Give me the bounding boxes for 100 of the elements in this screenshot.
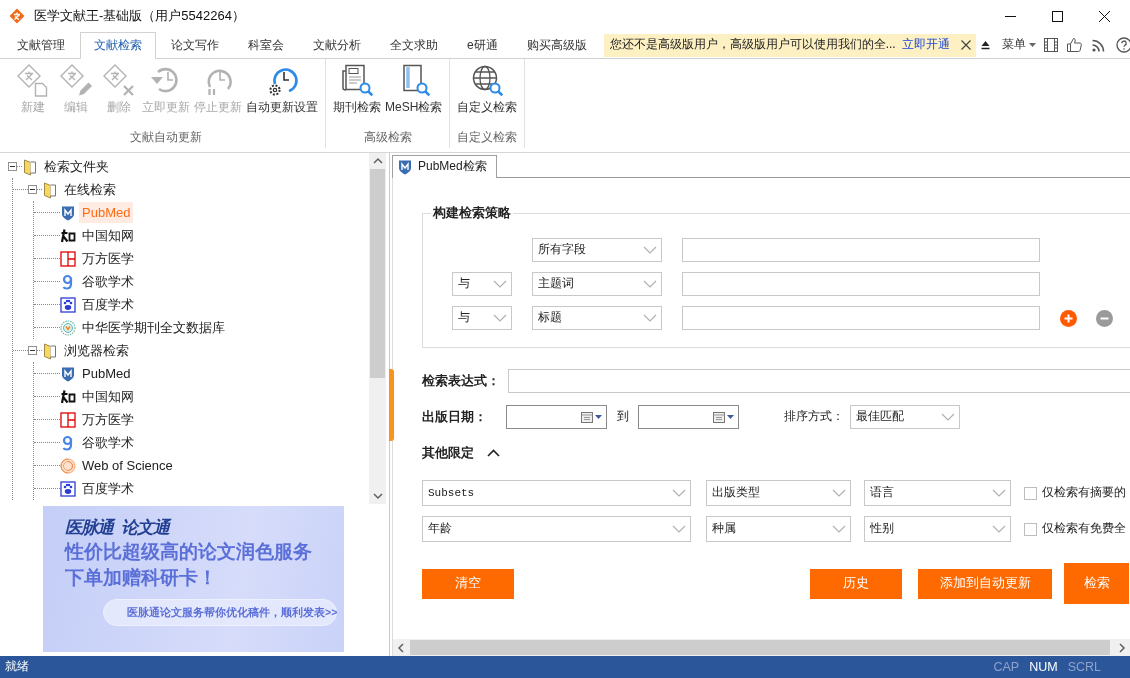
menu-button[interactable]: 菜单 (1001, 32, 1036, 58)
tree-item[interactable]: 万方医学 (79, 248, 137, 269)
calendar-icon[interactable] (581, 411, 593, 423)
upgrade-link[interactable]: 立即开通 (901, 37, 950, 53)
key-indicator: NUM (1029, 658, 1058, 676)
tree-item[interactable]: 谷歌学术 (79, 271, 137, 292)
date-field[interactable] (506, 405, 607, 429)
sort-select[interactable]: 最佳匹配 (850, 405, 960, 429)
ad-headline: 性价比超级高的论文润色服务 (65, 540, 313, 564)
tab[interactable]: 文献分析 (299, 32, 375, 58)
search-term-field[interactable] (682, 306, 1040, 330)
add-icon[interactable] (1060, 309, 1077, 327)
maximize-icon[interactable] (1052, 10, 1063, 22)
filter-select[interactable]: 出版类型 (706, 480, 851, 506)
brush-logo-icon (60, 227, 76, 244)
field-label: 检索表达式： (422, 372, 501, 390)
tree-item[interactable]: 浏览器检索 (61, 340, 132, 361)
tab[interactable]: PubMed检索 (392, 155, 497, 178)
splitter-handle[interactable] (389, 369, 394, 441)
search-term-field[interactable] (682, 272, 1040, 296)
chevron-up-icon[interactable] (487, 449, 500, 457)
thumbs-up-icon[interactable] (1065, 37, 1082, 53)
horizontal-scrollbar[interactable] (393, 639, 1130, 656)
scrollbar-thumb[interactable] (410, 640, 1110, 655)
collapse-icon[interactable] (980, 40, 990, 50)
tree-item[interactable]: PubMed (79, 363, 134, 384)
checkbox-label[interactable]: 仅检索有摘要的 (1042, 485, 1126, 501)
filter-select[interactable]: 性别 (864, 516, 1011, 542)
remove-icon[interactable] (1096, 309, 1113, 327)
tree-item[interactable]: 万方医学 (79, 409, 137, 430)
key-indicator: CAP (993, 658, 1020, 676)
section-title: 构建检索策略 (431, 205, 513, 221)
close-icon[interactable] (1099, 10, 1110, 22)
chevron-down-icon (672, 525, 686, 533)
ribbon-button[interactable]: 期刊检索 (331, 63, 383, 116)
operator-select[interactable]: 与 (452, 272, 512, 296)
tree-item[interactable]: 百度学术 (79, 294, 137, 315)
field-label: 出版日期： (422, 408, 488, 426)
tab[interactable]: 全文求助 (376, 32, 452, 58)
tree-item[interactable]: 中国知网 (79, 386, 137, 407)
field-label: 排序方式： (784, 409, 845, 425)
rss-icon[interactable] (1090, 37, 1107, 53)
tab[interactable]: 文献管理 (3, 32, 79, 58)
field-select[interactable]: 标题 (532, 306, 662, 330)
collapse-box-icon[interactable] (28, 185, 37, 194)
checkbox[interactable] (1024, 522, 1037, 536)
ribbon-button[interactable]: 自动更新设置 (244, 63, 320, 116)
checkbox-label[interactable]: 仅检索有免费全 (1042, 521, 1126, 537)
shield-logo-icon (397, 159, 413, 175)
tab[interactable]: 文献检索 (80, 32, 156, 59)
close-icon[interactable] (960, 40, 971, 50)
tab[interactable]: e研通 (453, 32, 512, 58)
tab[interactable]: 科室会 (234, 32, 298, 58)
swirl-logo-icon (60, 457, 76, 474)
date-field[interactable] (638, 405, 739, 429)
tree-item[interactable]: 检索文件夹 (41, 156, 112, 177)
film-icon[interactable] (1042, 37, 1059, 53)
tab[interactable]: 论文写作 (157, 32, 233, 58)
tree-item[interactable]: 谷歌学术 (79, 432, 137, 453)
group-label: 高级检索 (362, 130, 413, 147)
field-select[interactable]: 主题词 (532, 272, 662, 296)
collapse-box-icon[interactable] (8, 162, 17, 171)
chevron-down-icon (992, 489, 1006, 497)
tree-item[interactable]: 中国知网 (79, 225, 137, 246)
tree-item[interactable]: 百度学术 (79, 478, 137, 499)
expression-field[interactable] (508, 369, 1130, 393)
delete-document-icon (101, 63, 136, 97)
scrollbar-thumb[interactable] (370, 169, 385, 378)
operator-select[interactable]: 与 (452, 306, 512, 330)
filter-select[interactable]: Subsets (422, 480, 691, 506)
date-separator: 到 (617, 409, 629, 425)
caret-icon (595, 415, 602, 419)
collapse-box-icon[interactable] (28, 346, 37, 355)
filter-select[interactable]: 语言 (864, 480, 1011, 506)
field-select[interactable]: 所有字段 (532, 238, 662, 262)
tree-item[interactable]: 中华医学期刊全文数据库 (79, 317, 228, 338)
help-icon[interactable] (1115, 37, 1130, 53)
status-text: 就绪 (5, 659, 29, 675)
section-title: 其他限定 (422, 444, 474, 462)
filter-select[interactable]: 种属 (706, 516, 851, 542)
calendar-icon[interactable] (713, 411, 725, 423)
brush-logo-icon (60, 388, 76, 405)
chevron-down-icon (832, 525, 846, 533)
ad-banner[interactable]: 医脉通 论文通 性价比超级高的论文润色服务 下单加赠科研卡！ 医脉通论文服务帮你优化稿件，顺利发表>> (43, 506, 344, 652)
vertical-scrollbar[interactable] (369, 153, 386, 504)
tree-item[interactable]: Web of Science (79, 455, 176, 476)
ribbon-button[interactable]: 自定义检索 (455, 63, 520, 116)
checkbox[interactable] (1024, 486, 1037, 500)
ribbon-button[interactable]: MeSH检索 (383, 63, 445, 116)
frame-logo-icon (60, 250, 76, 267)
paw-logo-icon (60, 296, 76, 313)
ad-headline: 下单加赠科研卡！ (65, 566, 218, 590)
filter-select[interactable]: 年龄 (422, 516, 691, 542)
product-logo: 论文通 (121, 516, 169, 539)
search-term-field[interactable] (682, 238, 1040, 262)
tree-item[interactable]: 在线检索 (61, 179, 119, 200)
ad-link-button[interactable]: 医脉通论文服务帮你优化稿件，顺利发表>> (103, 599, 337, 626)
group-label: 文献自动更新 (128, 130, 203, 147)
tab[interactable]: 购买高级版 (512, 32, 601, 58)
caret-icon (1028, 43, 1036, 47)
